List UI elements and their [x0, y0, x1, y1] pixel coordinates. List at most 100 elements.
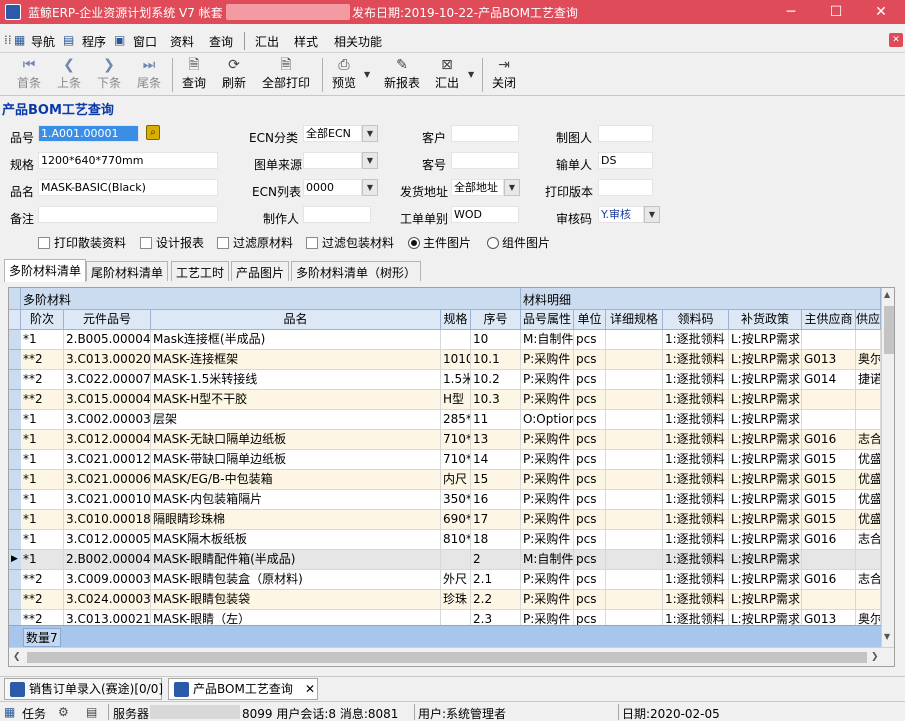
column-header[interactable]: 详细规格: [606, 310, 663, 330]
comp-image-radio[interactable]: 组件图片: [487, 234, 550, 251]
table-row[interactable]: *1 3.C021.00010 MASK-内包装箱隔片 350* 16 P:采购件 pcs 1…: [9, 490, 881, 510]
grid-icon[interactable]: ▤: [86, 705, 97, 719]
prev-record-button[interactable]: ❮ 上条: [52, 56, 86, 94]
table-row[interactable]: *1 3.C002.00003 层架 285* 11 O:Option pcs 1:逐批领料 L…: [9, 410, 881, 430]
drawing-source-select[interactable]: [303, 152, 362, 169]
preview-button[interactable]: ⎙ 预览: [328, 56, 360, 94]
main-image-radio[interactable]: 主件图片: [408, 234, 471, 251]
row-indicator[interactable]: [9, 390, 21, 410]
name-field[interactable]: MASK-BASIC(Black): [38, 179, 218, 196]
print-all-button[interactable]: 🗎 全部打印: [258, 56, 314, 94]
table-row[interactable]: **2 3.C022.00007 MASK-1.5米转接线 1.5米 10.2 P:采购件…: [9, 370, 881, 390]
chevron-down-icon[interactable]: ▼: [362, 125, 378, 142]
review-code-select[interactable]: Y.审核: [598, 206, 644, 223]
customer-field[interactable]: [451, 125, 519, 142]
table-row[interactable]: ▶ *1 2.B002.00004 MASK-眼睛配件箱(半成品) 2 M:自制件 pcs 1…: [9, 550, 881, 570]
refresh-button[interactable]: ⟳ 刷新: [218, 56, 250, 94]
ecn-list-select[interactable]: 0000: [303, 179, 362, 196]
row-indicator[interactable]: [9, 570, 21, 590]
table-row[interactable]: **2 3.C024.00003 MASK-眼睛包装袋 珍珠 2.2 P:采购件 pcs 1:…: [9, 590, 881, 610]
scroll-up-icon[interactable]: ▲: [884, 290, 890, 299]
tab-multilevel-tree[interactable]: 多阶材料清单（树形）: [291, 261, 422, 281]
customer-no-field[interactable]: [451, 152, 519, 169]
column-header[interactable]: 主供应商: [802, 310, 856, 330]
column-header[interactable]: 规格: [441, 310, 471, 330]
scroll-left-icon[interactable]: ❮: [13, 652, 21, 662]
column-header[interactable]: 品号属性: [521, 310, 574, 330]
query-button[interactable]: 🗎 查询: [178, 56, 210, 94]
export-dropdown-icon[interactable]: ▼: [468, 70, 474, 79]
maximize-button[interactable]: ☐: [813, 0, 859, 24]
menu-window[interactable]: 窗口: [133, 33, 157, 50]
horizontal-scrollbar[interactable]: ❮ ❯: [9, 647, 894, 666]
row-indicator[interactable]: [9, 530, 21, 550]
input-by-field[interactable]: DS: [598, 152, 653, 169]
filter-pack-checkbox[interactable]: 过滤包装材料: [306, 234, 394, 251]
tab-last-level-bom[interactable]: 尾阶材料清单: [86, 261, 169, 281]
menu-export[interactable]: 汇出: [255, 33, 279, 50]
vertical-scrollbar[interactable]: ▲ ▼: [881, 288, 894, 647]
remark-field[interactable]: [38, 206, 218, 223]
table-row[interactable]: *1 3.C010.00018 隔眼睛珍珠棉 690* 17 P:采购件 pcs 1:逐批领料…: [9, 510, 881, 530]
row-indicator[interactable]: [9, 590, 21, 610]
menu-style[interactable]: 样式: [294, 33, 318, 50]
table-row[interactable]: *1 2.B005.00004 Mask连接框(半成品) 10 M:自制件 pcs 1:逐批…: [9, 330, 881, 350]
design-report-checkbox[interactable]: 设计报表: [140, 234, 204, 251]
lookup-icon[interactable]: ⌕: [146, 125, 160, 140]
tools-icon[interactable]: ⚙: [58, 705, 69, 719]
chevron-down-icon[interactable]: ▼: [362, 152, 378, 169]
column-header[interactable]: 元件品号: [64, 310, 151, 330]
doctab-sales-order[interactable]: 销售订单录入(赛途)[0/0]: [4, 678, 163, 700]
tab-product-images[interactable]: 产品图片: [231, 261, 290, 281]
new-report-button[interactable]: ✎ 新报表: [380, 56, 424, 94]
print-version-field[interactable]: [598, 179, 653, 196]
preview-dropdown-icon[interactable]: ▼: [364, 70, 370, 79]
column-header[interactable]: 序号: [471, 310, 521, 330]
print-bulk-checkbox[interactable]: 打印散装资料: [38, 234, 126, 251]
close-window-button[interactable]: ✕: [858, 0, 904, 24]
menu-program[interactable]: 程序: [82, 33, 106, 50]
export-button[interactable]: ⊠ 汇出: [432, 56, 462, 94]
table-row[interactable]: *1 3.C012.00004 MASK-无缺口隔单边纸板 710* 13 P:采购件 pc…: [9, 430, 881, 450]
work-order-field[interactable]: WOD: [451, 206, 519, 223]
row-indicator[interactable]: [9, 330, 21, 350]
column-header[interactable]: 补货政策: [729, 310, 802, 330]
column-header[interactable]: 领料码: [663, 310, 729, 330]
menu-related[interactable]: 相关功能: [334, 33, 382, 50]
row-indicator[interactable]: [9, 410, 21, 430]
table-row[interactable]: *1 3.C021.00012 MASK-带缺口隔单边纸板 710* 14 P:采购件 pc…: [9, 450, 881, 470]
menu-navigation[interactable]: 导航: [31, 33, 55, 50]
tab-process-hours[interactable]: 工艺工时: [171, 261, 230, 281]
first-record-button[interactable]: ⏮ 首条: [12, 56, 46, 94]
row-indicator[interactable]: [9, 450, 21, 470]
row-indicator[interactable]: [9, 350, 21, 370]
table-row[interactable]: **2 3.C015.00004 MASK-H型不干胶 H型 10.3 P:采购件 pcs 1…: [9, 390, 881, 410]
spec-field[interactable]: 1200*640*770mm: [38, 152, 218, 169]
column-header[interactable]: 供应: [856, 310, 881, 330]
column-header[interactable]: 单位: [574, 310, 606, 330]
close-tab-icon[interactable]: ✕: [305, 679, 315, 699]
item-no-field[interactable]: 1.A001.00001: [38, 125, 139, 142]
tab-multilevel-bom[interactable]: 多阶材料清单: [4, 259, 87, 282]
chevron-down-icon[interactable]: ▼: [504, 179, 520, 196]
row-indicator[interactable]: [9, 370, 21, 390]
row-indicator[interactable]: [9, 490, 21, 510]
chevron-down-icon[interactable]: ▼: [644, 206, 660, 223]
chart-maker-field[interactable]: [598, 125, 653, 142]
row-indicator[interactable]: [9, 470, 21, 490]
filter-raw-checkbox[interactable]: 过滤原材料: [217, 234, 293, 251]
scroll-right-icon[interactable]: ❯: [871, 652, 879, 662]
chevron-down-icon[interactable]: ▼: [362, 179, 378, 196]
ship-addr-select[interactable]: 全部地址: [451, 179, 504, 196]
doctab-bom-query[interactable]: 产品BOM工艺查询 ✕: [168, 678, 318, 700]
table-row[interactable]: **2 3.C009.00003 MASK-眼睛包装盒（原材料) 外尺 2.1 P:采购件…: [9, 570, 881, 590]
column-header[interactable]: 阶次: [21, 310, 64, 330]
scroll-down-icon[interactable]: ▼: [884, 632, 890, 641]
menu-query[interactable]: 查询: [209, 33, 233, 50]
close-button[interactable]: ⇥ 关闭: [488, 56, 520, 94]
last-record-button[interactable]: ⏭ 尾条: [132, 56, 166, 94]
task-button[interactable]: 任务: [22, 705, 46, 721]
table-row[interactable]: *1 3.C012.00005 MASK隔木板纸板 810* 18 P:采购件 pcs 1:逐…: [9, 530, 881, 550]
column-header[interactable]: 品名: [151, 310, 441, 330]
table-row[interactable]: **2 3.C013.00020 MASK-连接框架 1010 10.1 P:采购件 pcs…: [9, 350, 881, 370]
